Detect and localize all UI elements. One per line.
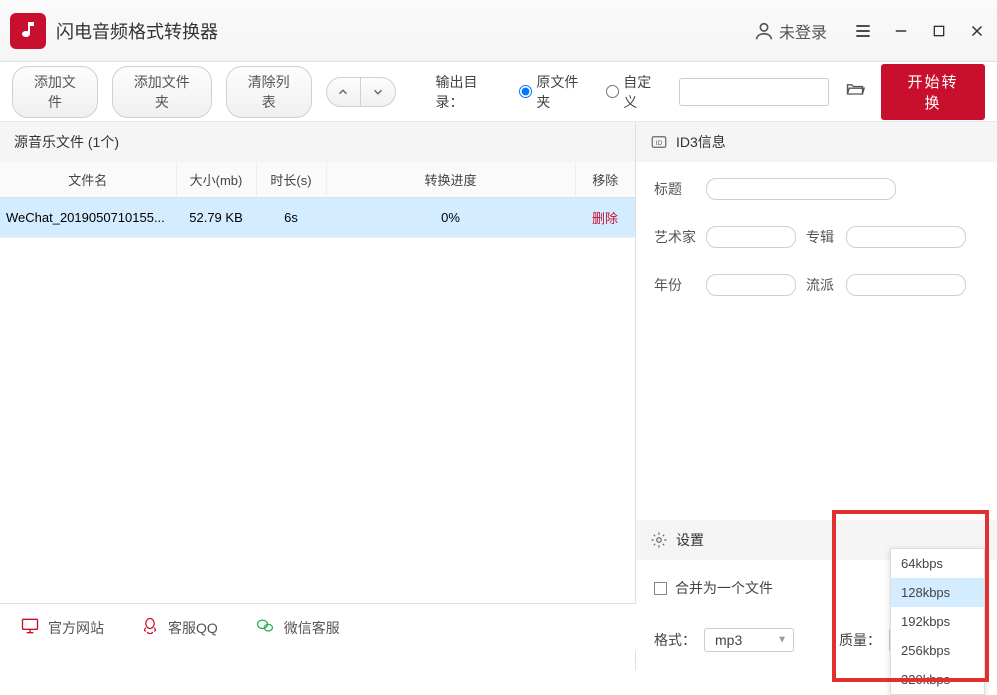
title-bar: 闪电音频格式转换器 未登录 [0, 0, 997, 62]
monitor-icon [20, 616, 40, 639]
radio-source-folder[interactable]: 原文件夹 [519, 72, 592, 112]
cell-size: 52.79 KB [176, 198, 256, 238]
quality-option[interactable]: 128kbps [891, 578, 984, 607]
col-remove: 移除 [575, 162, 635, 198]
hamburger-icon [853, 21, 873, 41]
album-label: 专辑 [806, 227, 836, 247]
output-dir-label: 输出目录： [436, 72, 506, 112]
add-file-button[interactable]: 添加文件 [12, 66, 98, 118]
app-title: 闪电音频格式转换器 [56, 18, 753, 44]
browse-folder-button[interactable] [843, 79, 867, 104]
app-logo [10, 13, 46, 49]
year-input[interactable] [706, 274, 796, 296]
quality-option[interactable]: 256kbps [891, 636, 984, 665]
artist-label: 艺术家 [654, 227, 696, 247]
start-convert-button[interactable]: 开始转换 [881, 64, 985, 120]
delete-link[interactable]: 删除 [592, 211, 618, 226]
table-row[interactable]: WeChat_2019050710155... 52.79 KB 6s 0% 删… [0, 198, 635, 238]
chevron-up-icon [336, 85, 350, 99]
footer: 官方网站 客服QQ 微信客服 [0, 603, 636, 651]
artist-input[interactable] [706, 226, 796, 248]
quality-option[interactable]: 192kbps [891, 607, 984, 636]
maximize-button[interactable] [929, 21, 949, 41]
genre-label: 流派 [806, 275, 836, 295]
minimize-icon [892, 22, 910, 40]
genre-input[interactable] [846, 274, 966, 296]
close-button[interactable] [967, 21, 987, 41]
album-input[interactable] [846, 226, 966, 248]
col-duration: 时长(s) [256, 162, 326, 198]
move-down-button[interactable] [361, 78, 395, 106]
toolbar: 添加文件 添加文件夹 清除列表 输出目录： 原文件夹 自定义 开始转换 [0, 62, 997, 122]
folder-open-icon [843, 79, 867, 99]
table-header-row: 文件名 大小(mb) 时长(s) 转换进度 移除 [0, 162, 635, 198]
quality-option[interactable]: 320kbps [891, 665, 984, 694]
col-filename: 文件名 [0, 162, 176, 198]
merge-checkbox[interactable] [654, 582, 667, 595]
chevron-down-icon: ▼ [777, 635, 787, 646]
col-progress: 转换进度 [326, 162, 575, 198]
radio-custom-folder[interactable]: 自定义 [606, 72, 665, 112]
format-combo[interactable]: mp3 ▼ [704, 628, 794, 652]
source-files-header: 源音乐文件 (1个) [0, 122, 635, 162]
wechat-link[interactable]: 微信客服 [254, 616, 340, 639]
clear-list-button[interactable]: 清除列表 [226, 66, 312, 118]
maximize-icon [931, 23, 947, 39]
svg-text:ID: ID [656, 140, 663, 147]
id3-form: 标题 艺术家 专辑 年份 流派 [636, 162, 997, 520]
quality-option[interactable]: 64kbps [891, 549, 984, 578]
user-icon [753, 20, 775, 42]
qq-link[interactable]: 客服QQ [140, 616, 218, 639]
menu-button[interactable] [853, 21, 873, 41]
minimize-button[interactable] [891, 21, 911, 41]
title-label: 标题 [654, 179, 696, 199]
website-link[interactable]: 官方网站 [20, 616, 104, 639]
wechat-icon [254, 616, 276, 639]
main-area: 源音乐文件 (1个) 文件名 大小(mb) 时长(s) 转换进度 移除 WeCh… [0, 122, 997, 670]
cell-remove: 删除 [575, 198, 635, 238]
qq-icon [140, 616, 160, 639]
output-path-input[interactable] [679, 78, 829, 106]
quality-dropdown: 64kbps 128kbps 192kbps 256kbps 320kbps [890, 548, 985, 695]
left-pane: 源音乐文件 (1个) 文件名 大小(mb) 时长(s) 转换进度 移除 WeCh… [0, 122, 636, 670]
year-label: 年份 [654, 275, 696, 295]
id3-header: ID ID3信息 [636, 122, 997, 162]
quality-label: 质量： [839, 630, 881, 650]
music-note-icon [16, 19, 40, 43]
id-icon: ID [650, 133, 668, 151]
gear-icon [650, 531, 668, 549]
add-folder-button[interactable]: 添加文件夹 [112, 66, 212, 118]
col-size: 大小(mb) [176, 162, 256, 198]
radio-custom-input[interactable] [606, 85, 619, 98]
merge-label: 合并为一个文件 [675, 578, 773, 598]
format-label: 格式： [654, 630, 696, 650]
file-table: 文件名 大小(mb) 时长(s) 转换进度 移除 WeChat_20190507… [0, 162, 635, 238]
move-up-button[interactable] [327, 78, 361, 106]
close-icon [968, 22, 986, 40]
title-input[interactable] [706, 178, 896, 200]
reorder-group [326, 77, 396, 107]
cell-progress: 0% [326, 198, 575, 238]
user-status-label: 未登录 [779, 19, 827, 43]
radio-source-input[interactable] [519, 85, 532, 98]
chevron-down-icon [371, 85, 385, 99]
cell-filename: WeChat_2019050710155... [0, 198, 176, 238]
user-login-area[interactable]: 未登录 [753, 19, 827, 43]
cell-duration: 6s [256, 198, 326, 238]
